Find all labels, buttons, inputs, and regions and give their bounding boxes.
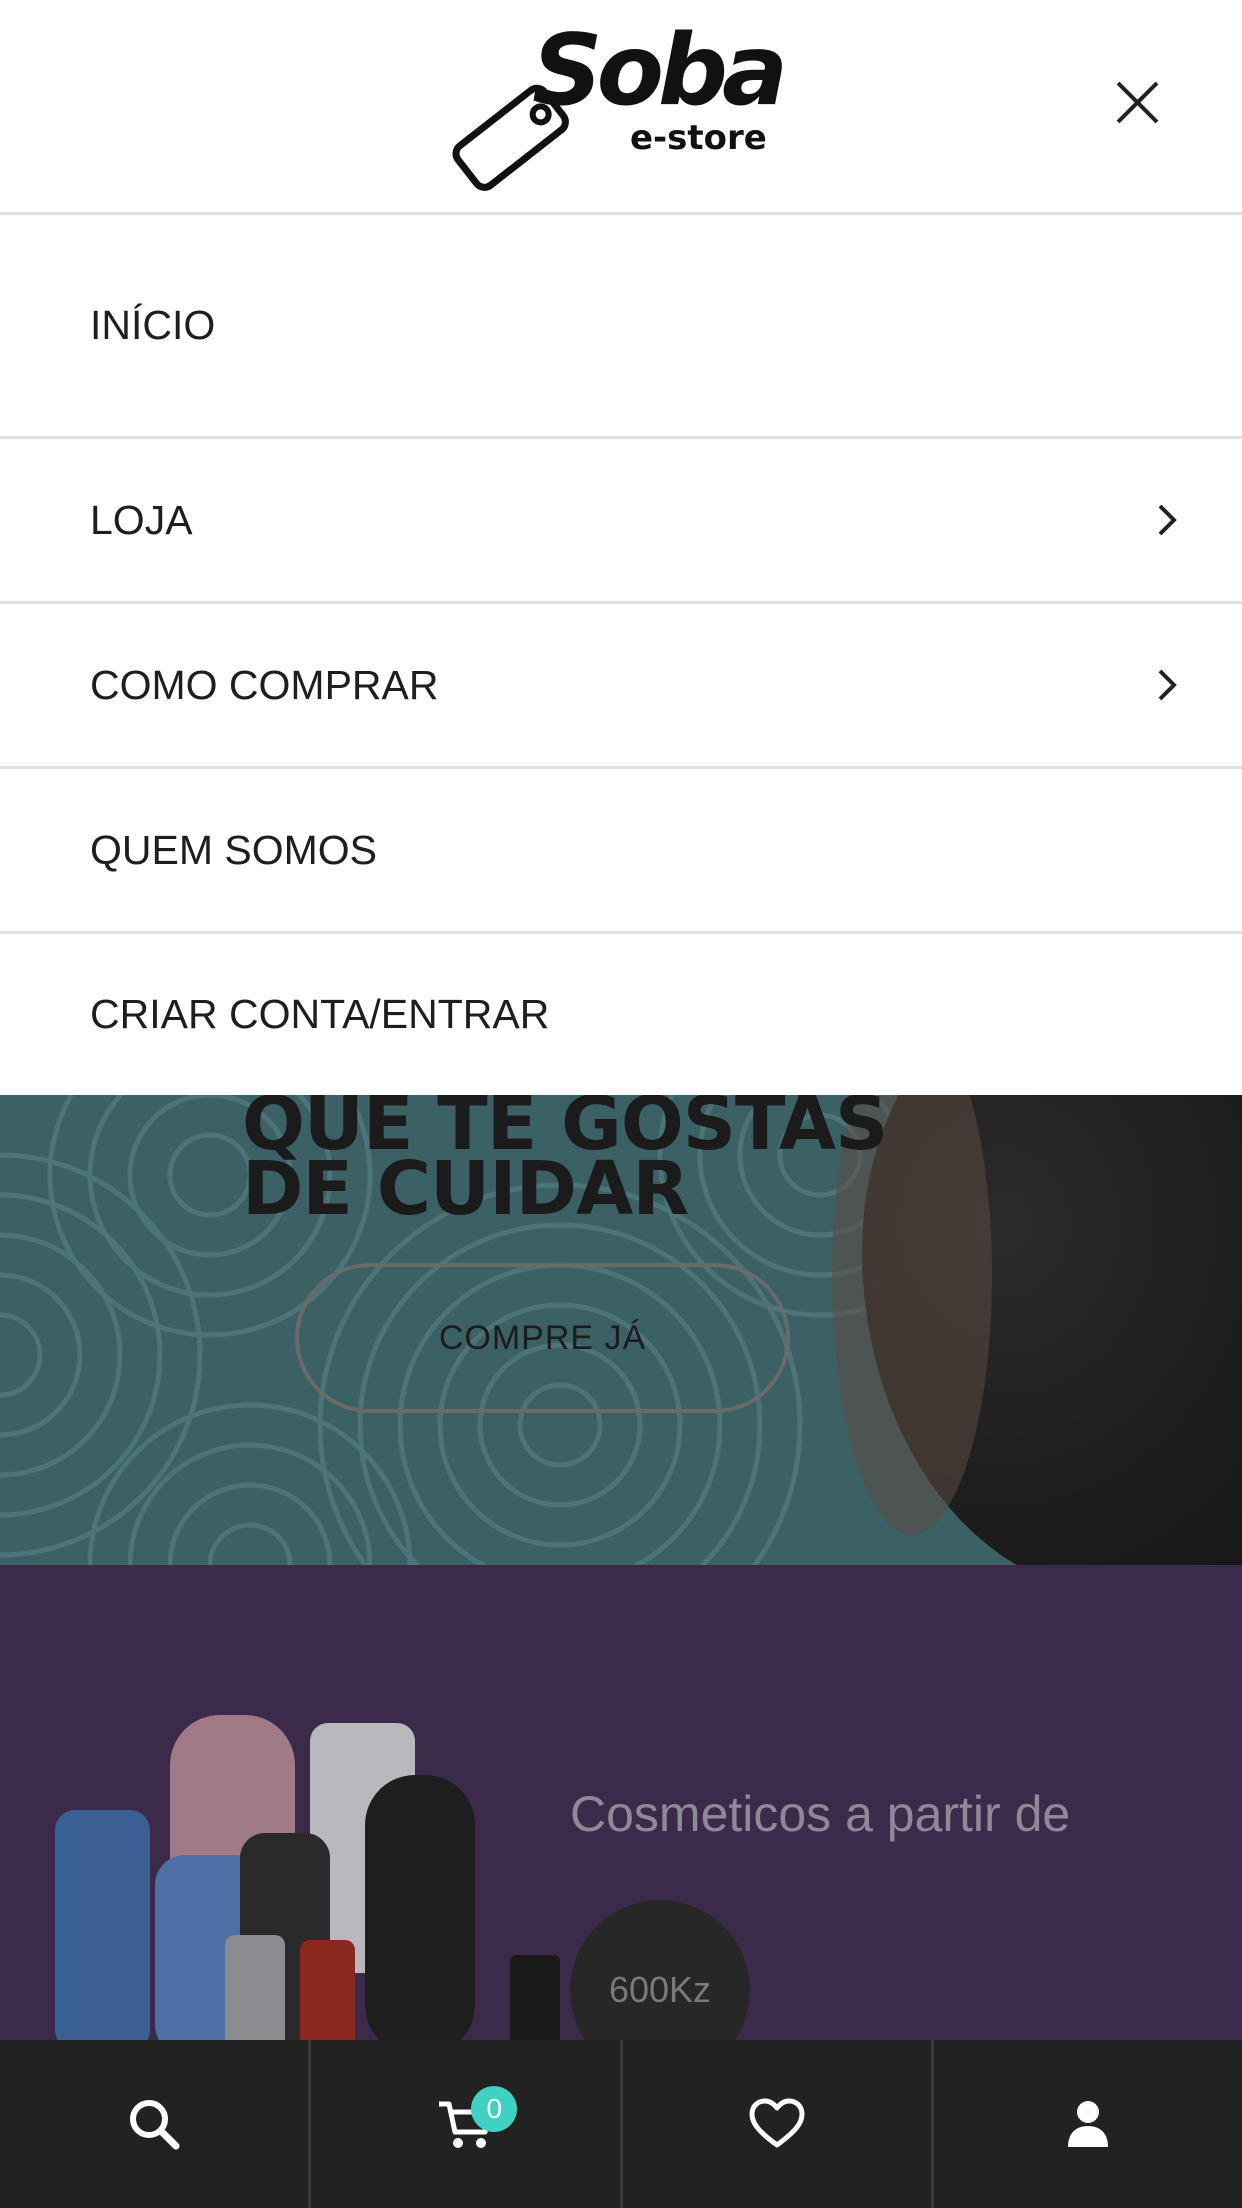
bottom-nav-cart[interactable]: 0 [311, 2040, 623, 2208]
price-badge: 600Kz [570, 1900, 750, 2045]
products-image [55, 1715, 560, 2045]
search-icon [130, 2100, 180, 2150]
hero-title-line2: DE CUIDAR [242, 1146, 689, 1232]
menu-item-label: INÍCIO [90, 302, 216, 348]
menu-item-label: QUEM SOMOS [90, 826, 378, 873]
heart-icon [749, 2098, 805, 2148]
hero-banner: QUE TE GOSTAS DE CUIDAR COMPRE JÁ [0, 1095, 1242, 1565]
promo-banner: Cosmeticos a partir de 600Kz [0, 1565, 1242, 2045]
close-icon[interactable] [1110, 75, 1165, 130]
bottom-nav-search[interactable] [0, 2040, 312, 2208]
menu-item-label: LOJA [90, 496, 193, 543]
menu-item-label: CRIAR CONTA/ENTRAR [90, 991, 550, 1037]
logo-wordmark: Soba [532, 14, 788, 128]
chevron-right-icon[interactable] [1152, 665, 1182, 705]
logo-subtitle: e-store [630, 118, 767, 158]
menu-item-quem-somos[interactable]: QUEM SOMOS [0, 769, 1242, 934]
menu-item-criar-conta[interactable]: CRIAR CONTA/ENTRAR [0, 934, 1242, 1095]
menu-header: Soba e-store [0, 0, 1242, 215]
compre-ja-button[interactable]: COMPRE JÁ [295, 1263, 790, 1413]
menu-item-loja[interactable]: LOJA [0, 439, 1242, 604]
bottom-nav-bar: 0 [0, 2040, 1242, 2208]
menu-item-como-comprar[interactable]: COMO COMPRAR [0, 604, 1242, 769]
promo-text: Cosmeticos a partir de [570, 1786, 1071, 1842]
bottom-nav-account[interactable] [934, 2040, 1242, 2208]
bottom-nav-wishlist[interactable] [623, 2040, 934, 2208]
menu-item-inicio[interactable]: INÍCIO [0, 215, 1242, 439]
menu-item-label: COMO COMPRAR [90, 661, 439, 708]
side-menu: INÍCIO LOJA COMO COMPRAR QUEM SOMOS CRIA… [0, 215, 1242, 1095]
chevron-right-icon[interactable] [1152, 500, 1182, 540]
soba-logo[interactable]: Soba e-store [440, 14, 788, 202]
user-icon [1067, 2101, 1108, 2147]
cart-count-badge: 0 [471, 2086, 518, 2132]
